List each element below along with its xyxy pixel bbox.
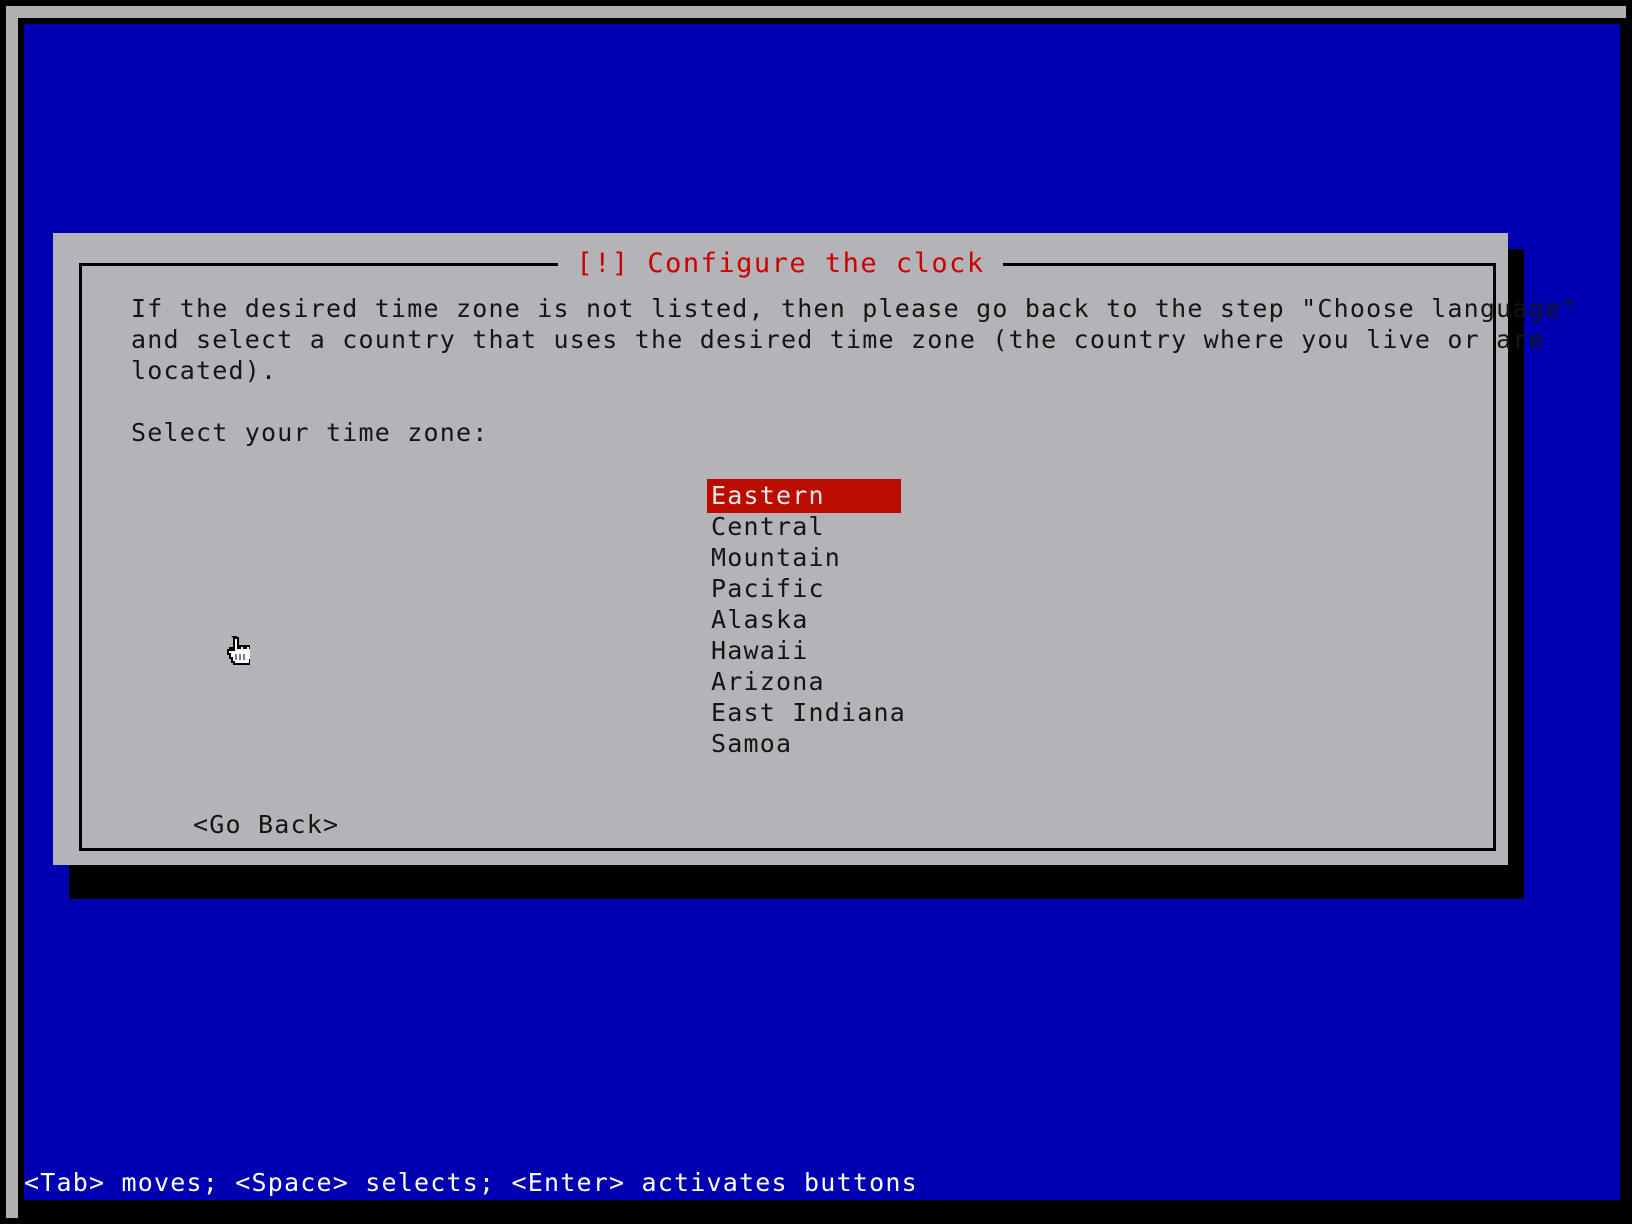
list-item-east-indiana[interactable]: East Indiana bbox=[707, 696, 910, 730]
list-row: Alaska bbox=[711, 603, 1468, 634]
timezone-list[interactable]: Eastern Central Mountain Pacific Alaska … bbox=[131, 479, 1468, 758]
list-row: Arizona bbox=[711, 665, 1468, 696]
list-item-arizona[interactable]: Arizona bbox=[707, 665, 829, 699]
list-row: Samoa bbox=[711, 727, 1468, 758]
configure-clock-dialog: [!] Configure the clock If the desired t… bbox=[53, 233, 1578, 865]
list-item-hawaii[interactable]: Hawaii bbox=[707, 634, 813, 668]
statusbar-underline bbox=[24, 1200, 1620, 1218]
statusbar-help-text: <Tab> moves; <Space> selects; <Enter> ac… bbox=[24, 1166, 1620, 1200]
list-row: Mountain bbox=[711, 541, 1468, 572]
dialog-title-bar: [!] Configure the clock bbox=[53, 247, 1508, 281]
description-line-3: located). bbox=[131, 356, 278, 385]
installer-screen: [!] Configure the clock If the desired t… bbox=[0, 0, 1632, 1224]
list-row: Hawaii bbox=[711, 634, 1468, 665]
description-line-2: and select a country that uses the desir… bbox=[131, 325, 1545, 354]
list-item-alaska[interactable]: Alaska bbox=[707, 603, 813, 637]
description-line-1: If the desired time zone is not listed, … bbox=[131, 294, 1578, 323]
list-item-mountain[interactable]: Mountain bbox=[707, 541, 845, 575]
go-back-button[interactable]: <Go Back> bbox=[193, 809, 339, 840]
list-item-eastern[interactable]: Eastern bbox=[707, 479, 901, 513]
list-item-samoa[interactable]: Samoa bbox=[707, 727, 796, 761]
list-row: East Indiana bbox=[711, 696, 1468, 727]
list-row: Eastern bbox=[707, 479, 1468, 513]
timezone-prompt-label: Select your time zone: bbox=[131, 418, 489, 447]
list-item-pacific[interactable]: Pacific bbox=[707, 572, 829, 606]
dialog-body: If the desired time zone is not listed, … bbox=[131, 293, 1578, 845]
dialog-title: [!] Configure the clock bbox=[558, 247, 1003, 281]
list-row: Central bbox=[711, 510, 1468, 541]
dialog-button-row: <Go Back> bbox=[131, 809, 1468, 840]
list-item-central[interactable]: Central bbox=[707, 510, 829, 544]
list-row: Pacific bbox=[711, 572, 1468, 603]
